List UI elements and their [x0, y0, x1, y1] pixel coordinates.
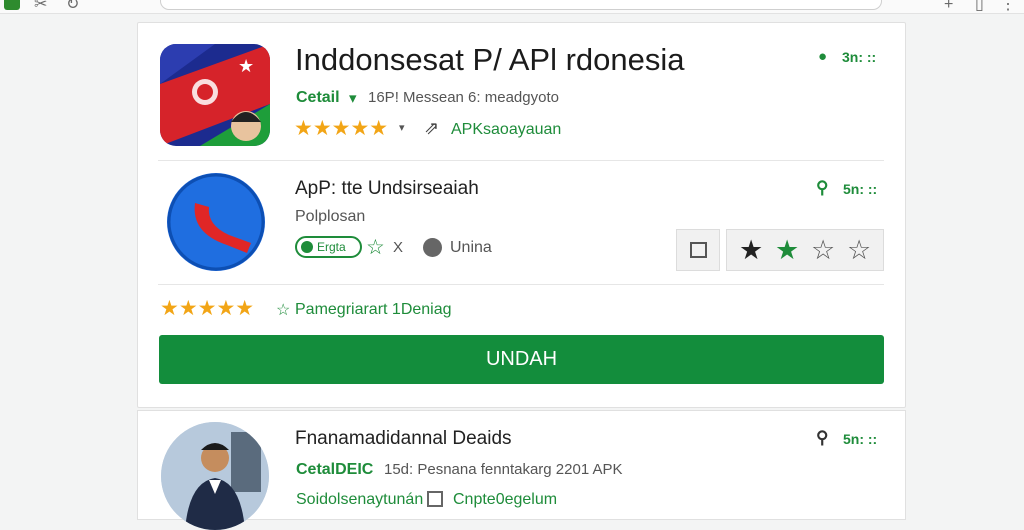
app1-detail-text: 16P! Messean 6: meadgyoto: [368, 89, 559, 106]
app3-footer-right[interactable]: Cnpte0egelum: [453, 491, 557, 509]
svg-text:★: ★: [238, 56, 254, 77]
checkbox-icon[interactable]: [427, 491, 443, 507]
app1-link[interactable]: APKsaoayauan: [451, 121, 561, 139]
menu-icon[interactable]: ⋮: [1000, 0, 1016, 13]
app3-side-text: 5n: ::: [843, 431, 878, 447]
app2-chip[interactable]: Ergta: [295, 236, 362, 258]
app1-title[interactable]: Inddonsesat P/ APl rdonesia: [295, 42, 684, 78]
refresh-icon[interactable]: ↻: [66, 0, 79, 13]
app3-label[interactable]: CetalDEIC: [296, 461, 373, 479]
globe-icon[interactable]: [423, 238, 442, 257]
overall-rating-stars: ★★★★★: [160, 297, 255, 320]
app2-subtitle: Polplosan: [295, 208, 366, 225]
app-icon[interactable]: [4, 0, 20, 10]
app3-avatar[interactable]: [161, 422, 269, 530]
search-icon[interactable]: ⚲: [816, 428, 828, 448]
plus-icon[interactable]: +: [944, 0, 953, 13]
app2-side-text: 5n: ::: [843, 181, 878, 197]
app3-detail-text: 15d: Pesnana fenntakarg 2201 APK: [384, 461, 623, 478]
search-icon[interactable]: ⚲: [816, 178, 828, 198]
book-icon[interactable]: ▯: [975, 0, 984, 13]
share-icon[interactable]: ⇗: [424, 118, 439, 139]
bookmark-button[interactable]: [676, 229, 720, 271]
app2-region: Unina: [450, 239, 492, 256]
rating-row-text: Pamegriarart 1Deniag: [295, 301, 452, 318]
rating-star-2[interactable]: ★: [775, 236, 799, 264]
divider: [158, 284, 884, 285]
divider: [158, 160, 884, 161]
app1-side-text: 3n: ::: [842, 49, 877, 65]
rating-star-3[interactable]: ☆: [811, 236, 835, 264]
app2-icon[interactable]: [167, 173, 265, 271]
app1-icon[interactable]: ★: [160, 44, 270, 146]
star-outline-icon[interactable]: ☆: [366, 235, 385, 260]
app2-x[interactable]: X: [393, 239, 403, 256]
chip-dot-icon: [301, 241, 313, 253]
scissors-icon[interactable]: ✂: [34, 0, 47, 13]
bookmark-icon: [690, 242, 707, 258]
install-button[interactable]: UNDAH: [159, 335, 884, 384]
caret-icon[interactable]: ▾: [399, 121, 405, 134]
rating-star-1[interactable]: ★: [739, 236, 763, 264]
info-icon[interactable]: ●: [818, 48, 827, 65]
app2-title[interactable]: ApP: tte Undsirseaiah: [295, 178, 479, 200]
app3-title[interactable]: Fnanamadidannal Deaids: [295, 428, 512, 450]
app1-detail-label[interactable]: Cetail: [296, 89, 340, 107]
app3-footer-left[interactable]: Soidolsenaytunán: [296, 491, 423, 509]
rating-star-4[interactable]: ☆: [847, 236, 871, 264]
app2-chip-label: Ergta: [317, 240, 346, 254]
app1-rating-stars: ★★★★★: [294, 117, 389, 140]
rating-widget[interactable]: ★ ★ ☆ ☆: [726, 229, 884, 271]
browser-toolbar: ✂ ↻ + ▯ ⋮: [0, 0, 1024, 14]
star-outline-icon: ☆: [276, 302, 291, 319]
address-bar[interactable]: [160, 0, 882, 10]
chevron-down-icon[interactable]: ▾: [349, 89, 357, 107]
